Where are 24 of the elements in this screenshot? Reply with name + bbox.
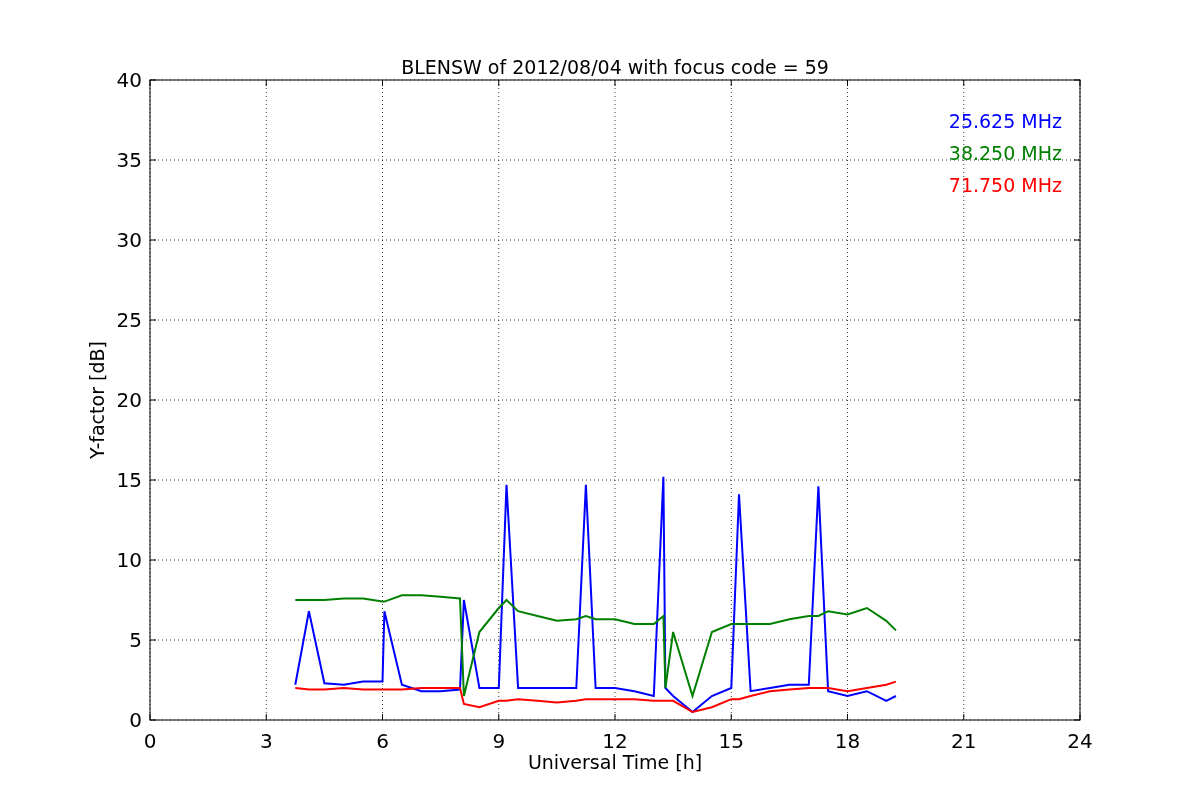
tick-label: 6 [376, 729, 389, 753]
tick-label: 24 [1067, 729, 1093, 753]
tick-label: 15 [718, 729, 744, 753]
tick-label: 15 [116, 468, 142, 492]
tick-label: 0 [143, 729, 157, 753]
tick-label: 18 [834, 729, 861, 753]
tick-label: 30 [116, 228, 142, 252]
tick-label: 35 [116, 148, 142, 172]
legend-label: 38.250 MHz [948, 142, 1062, 164]
tick-label: 20 [116, 388, 142, 412]
tick-label: 5 [129, 628, 142, 652]
x-axis-label: Universal Time [h] [527, 751, 703, 773]
tick-label: 12 [602, 729, 628, 753]
tick-label: 10 [116, 548, 142, 572]
legend-label: 71.750 MHz [948, 174, 1062, 196]
tick-label: 9 [492, 729, 506, 753]
tick-label: 40 [116, 68, 142, 92]
chart-title: BLENSW of 2012/08/04 with focus code = 59 [401, 56, 829, 78]
tick-label: 25 [116, 308, 142, 332]
y-axis-label: Y-factor [dB] [86, 341, 108, 459]
tick-label: 21 [951, 729, 977, 753]
tick-label: 0 [129, 708, 142, 732]
legend-label: 25.625 MHz [948, 110, 1062, 132]
tick-label: 3 [259, 729, 273, 753]
